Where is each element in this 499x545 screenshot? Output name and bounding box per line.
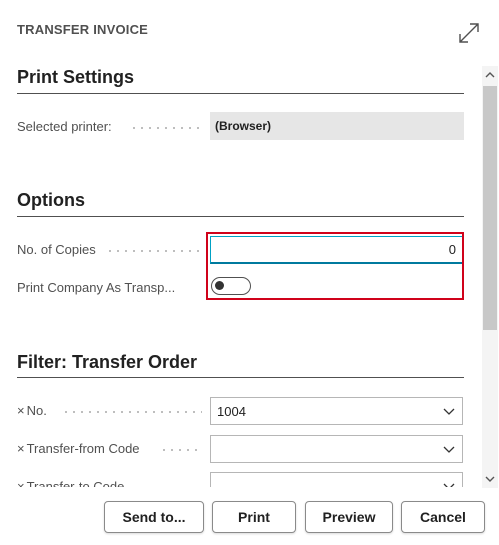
filter-transfer-from-dropdown[interactable]: [210, 435, 463, 463]
scrollbar-thumb[interactable]: [483, 86, 497, 330]
copies-value: 0: [448, 242, 456, 257]
cancel-button[interactable]: Cancel: [401, 501, 485, 533]
expand-icon[interactable]: [457, 21, 481, 45]
section-divider: [17, 93, 464, 94]
filter-heading: Filter: Transfer Order: [17, 352, 198, 372]
close-icon[interactable]: ×: [17, 441, 25, 456]
print-company-toggle[interactable]: [211, 277, 251, 295]
leader-dots: [130, 127, 202, 129]
leader-dots: [160, 449, 202, 451]
selected-printer-label: Selected printer:: [17, 119, 112, 134]
chevron-down-icon: [443, 446, 455, 453]
leader-dots: [62, 411, 202, 413]
section-divider: [17, 216, 464, 217]
filter-field-label: × Transfer-to Code: [17, 479, 124, 487]
chevron-up-icon: [485, 72, 495, 78]
copies-label: No. of Copies: [17, 242, 96, 257]
options-heading: Options: [17, 190, 85, 210]
scroll-up-button[interactable]: [482, 68, 498, 82]
chevron-down-icon: [443, 483, 455, 487]
dialog-content: Print Settings Selected printer: (Browse…: [0, 55, 482, 487]
chevron-down-icon: [443, 408, 455, 415]
dialog-title: TRANSFER INVOICE: [17, 22, 149, 37]
filter-field-label: × Transfer-from Code: [17, 441, 140, 456]
send-to-button[interactable]: Send to...: [104, 501, 204, 533]
leader-dots: [106, 250, 202, 252]
filter-transfer-to-dropdown[interactable]: [210, 472, 463, 487]
selected-printer-value: (Browser): [210, 112, 464, 140]
copies-input[interactable]: 0: [210, 236, 463, 264]
filter-field-label: × No.: [17, 403, 47, 418]
filter-no-value: 1004: [217, 403, 246, 419]
toggle-knob: [215, 281, 224, 290]
section-divider: [17, 377, 464, 378]
scroll-down-button[interactable]: [482, 472, 498, 486]
filter-no-dropdown[interactable]: 1004: [210, 397, 463, 425]
chevron-down-icon: [485, 476, 495, 482]
print-settings-heading: Print Settings: [17, 67, 135, 87]
preview-button[interactable]: Preview: [305, 501, 393, 533]
print-company-label: Print Company As Transp...: [17, 280, 176, 295]
print-button[interactable]: Print: [212, 501, 296, 533]
close-icon[interactable]: ×: [17, 479, 25, 487]
close-icon[interactable]: ×: [17, 403, 25, 418]
